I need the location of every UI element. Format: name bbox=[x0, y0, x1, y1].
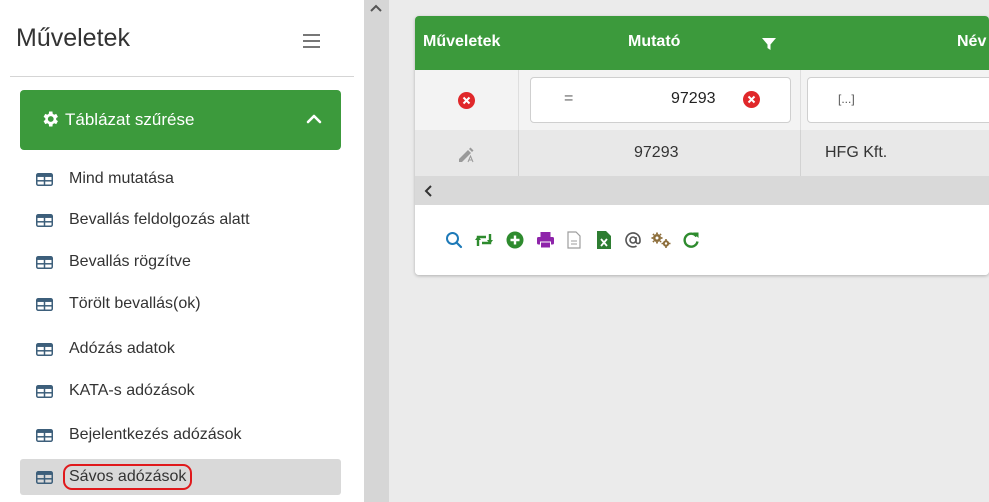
clear-filters-icon[interactable] bbox=[458, 92, 475, 109]
nev-filter-input[interactable]: [...] bbox=[807, 77, 989, 123]
grid-header: Műveletek Mutató Név bbox=[415, 16, 989, 70]
cell-divider bbox=[800, 130, 801, 176]
clear-icon[interactable] bbox=[743, 91, 760, 108]
table-icon bbox=[36, 297, 53, 311]
table-filter-panel-header[interactable]: Táblázat szűrése bbox=[20, 90, 341, 150]
table-icon bbox=[36, 213, 53, 227]
sidebar-item-label: Mind mutatása bbox=[69, 170, 174, 187]
table-icon bbox=[36, 172, 53, 186]
data-grid: Műveletek Mutató Név = 97293 [...] 97293… bbox=[415, 16, 989, 275]
settings-icon bbox=[651, 232, 671, 248]
cell-nev: HFG Kft. bbox=[825, 144, 888, 161]
scroll-left-icon[interactable] bbox=[423, 184, 433, 198]
sidebar-item-kata-adozasok[interactable]: KATA-s adózások bbox=[20, 374, 341, 408]
add-icon bbox=[506, 231, 524, 249]
sidebar-item-label: Bevallás feldolgozás alatt bbox=[69, 211, 250, 228]
search-icon bbox=[446, 232, 463, 249]
cell-divider bbox=[800, 70, 801, 130]
excel-icon bbox=[597, 231, 611, 249]
divider bbox=[10, 76, 354, 77]
cell-mutato: 97293 bbox=[634, 144, 679, 161]
filter-icon[interactable] bbox=[762, 38, 776, 50]
menu-icon[interactable] bbox=[303, 34, 320, 48]
sidebar-item-label: Adózás adatok bbox=[69, 340, 175, 357]
swap-icon bbox=[475, 234, 493, 246]
table-row[interactable]: 97293 HFG Kft. bbox=[415, 130, 989, 176]
sidebar-item-bevallas-rogzitve[interactable]: Bevallás rögzítve bbox=[20, 245, 341, 279]
sidebar-item-savos-adozasok[interactable]: Sávos adózások bbox=[20, 459, 341, 495]
document-button[interactable] bbox=[563, 229, 585, 251]
scroll-up-icon[interactable] bbox=[369, 3, 383, 13]
table-icon bbox=[36, 255, 53, 269]
cell-divider bbox=[518, 70, 519, 130]
refresh-button[interactable] bbox=[680, 229, 702, 251]
print-icon bbox=[536, 232, 554, 249]
excel-export-button[interactable] bbox=[593, 229, 615, 251]
settings-button[interactable] bbox=[650, 229, 672, 251]
column-header-muveletek[interactable]: Műveletek bbox=[423, 33, 500, 51]
filter-row: = 97293 [...] bbox=[415, 70, 989, 130]
sidebar-item-mind-mutatasa[interactable]: Mind mutatása bbox=[20, 162, 341, 196]
filter-value: 97293 bbox=[671, 90, 716, 107]
email-button[interactable] bbox=[622, 229, 644, 251]
sidebar-item-adozas-adatok[interactable]: Adózás adatok bbox=[20, 332, 341, 366]
sidebar-item-label: Sávos adózások bbox=[63, 464, 193, 490]
chevron-up-icon[interactable] bbox=[306, 111, 322, 127]
print-button[interactable] bbox=[534, 229, 556, 251]
add-button[interactable] bbox=[504, 229, 526, 251]
email-icon bbox=[625, 232, 641, 248]
refresh-icon bbox=[683, 232, 699, 248]
vertical-scrollbar[interactable] bbox=[364, 0, 389, 502]
horizontal-scrollbar[interactable] bbox=[415, 176, 989, 205]
table-icon bbox=[36, 470, 53, 484]
table-filter-label: Táblázat szűrése bbox=[65, 110, 195, 129]
sidebar: Műveletek Táblázat szűrése Mind mutatása… bbox=[0, 0, 364, 502]
sidebar-item-label: Bevallás rögzítve bbox=[69, 253, 191, 270]
mutato-filter-input[interactable]: = 97293 bbox=[530, 77, 791, 123]
gear-icon bbox=[43, 111, 58, 127]
search-button[interactable] bbox=[443, 229, 465, 251]
table-icon bbox=[36, 428, 53, 442]
sidebar-item-label: Törölt bevallás(ok) bbox=[69, 295, 201, 312]
column-header-nev[interactable]: Név bbox=[957, 33, 986, 51]
edit-icon[interactable] bbox=[457, 145, 475, 163]
cell-divider bbox=[518, 130, 519, 176]
sidebar-item-bevallas-feldolgozas[interactable]: Bevallás feldolgozás alatt bbox=[20, 203, 341, 237]
table-icon bbox=[36, 342, 53, 356]
swap-button[interactable] bbox=[473, 229, 495, 251]
column-header-mutato[interactable]: Mutató bbox=[628, 33, 680, 51]
table-icon bbox=[36, 384, 53, 398]
grid-toolbar bbox=[415, 205, 989, 275]
sidebar-item-torolt-bevallasok[interactable]: Törölt bevallás(ok) bbox=[20, 287, 341, 321]
sidebar-item-label: KATA-s adózások bbox=[69, 382, 195, 399]
filter-placeholder: [...] bbox=[838, 92, 855, 106]
document-icon bbox=[567, 231, 581, 249]
filter-operator[interactable]: = bbox=[564, 90, 573, 108]
sidebar-item-label: Bejelentkezés adózások bbox=[69, 426, 242, 443]
sidebar-title: Műveletek bbox=[16, 24, 130, 52]
main-content: Műveletek Mutató Név = 97293 [...] 97293… bbox=[389, 0, 989, 502]
sidebar-item-bejelentkezes-adozasok[interactable]: Bejelentkezés adózások bbox=[20, 418, 341, 452]
